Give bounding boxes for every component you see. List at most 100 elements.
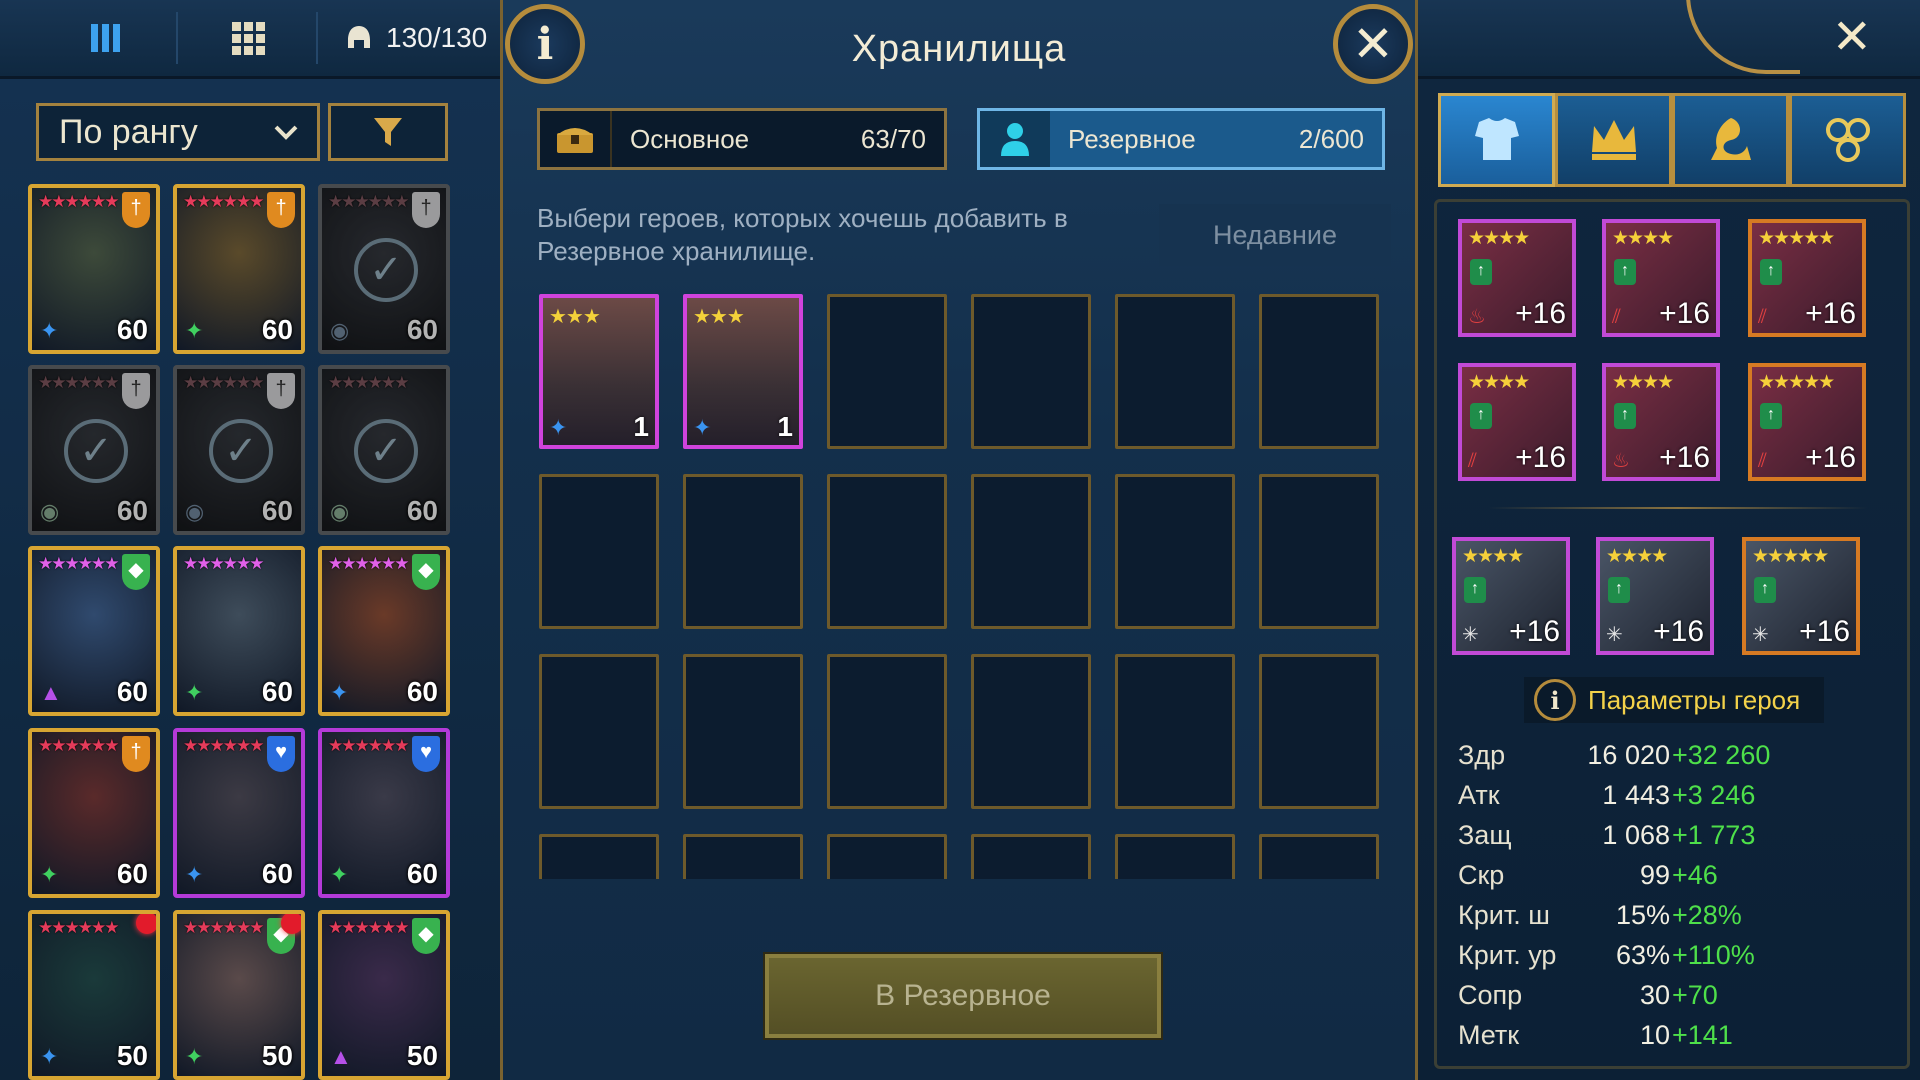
upgrade-arrow-icon: ↑ (1614, 259, 1636, 285)
gear-item[interactable]: ★★★★ ↑ ⫽ +16 (1458, 363, 1576, 481)
storage-slot[interactable] (827, 474, 947, 629)
gear-level: +16 (1653, 615, 1704, 648)
hero-card[interactable]: ★★★★★★ ◆ ▲ 60 (28, 546, 160, 716)
gear-tabs (1438, 93, 1906, 187)
close-icon[interactable]: ✕ (1832, 14, 1872, 62)
notification-dot (136, 914, 156, 934)
role-badge-icon: † (267, 192, 295, 228)
move-to-reserve-button[interactable]: В Резервное (763, 952, 1163, 1040)
hero-params-header[interactable]: i Параметры героя (1524, 677, 1824, 723)
gear-item[interactable]: ★★★★★ ↑ ✳ +16 (1742, 537, 1860, 655)
role-badge-icon: † (267, 373, 295, 409)
gear-item[interactable]: ★★★★★ ↑ ⫽ +16 (1748, 363, 1866, 481)
stat-row: Скр 99 +46 (1458, 855, 1898, 895)
hero-card[interactable]: ★★★★★★ ✦ 60 (173, 546, 305, 716)
hero-card[interactable]: ★★★★★★ † ◉ ✓ 60 (318, 184, 450, 354)
gear-item[interactable]: ★★★★★ ↑ ⫽ +16 (1748, 219, 1866, 337)
close-dialog-button[interactable]: ✕ (1333, 4, 1413, 84)
upgrade-arrow-icon: ↑ (1464, 577, 1486, 603)
hero-stars: ★★★★★★ (328, 192, 409, 211)
hero-card[interactable]: ★★★★★★ † ◉ ✓ 60 (28, 365, 160, 535)
stat-row: Сопр 30 +70 (1458, 975, 1898, 1015)
stat-bonus: +70 (1672, 979, 1718, 1010)
gear-level: +16 (1805, 297, 1856, 330)
storage-slot[interactable] (971, 474, 1091, 629)
stat-name: Здр (1458, 739, 1506, 770)
selected-check-icon: ✓ (354, 238, 418, 302)
affinity-icon: ◉ (330, 318, 350, 343)
storage-slot[interactable] (539, 834, 659, 879)
hero-stars: ★★★★★★ (38, 554, 119, 573)
hero-card[interactable]: ★★★★★★ ◉ ✓ 60 (318, 365, 450, 535)
sort-dropdown[interactable]: По рангу (36, 103, 320, 161)
stat-bonus: +28% (1672, 899, 1742, 930)
storage-slot[interactable] (683, 834, 803, 879)
selected-hero-slot[interactable]: ★★★ ✦ 1 (683, 294, 803, 449)
gear-level: +16 (1799, 615, 1850, 648)
storage-slot[interactable] (971, 654, 1091, 809)
selected-hero-slot[interactable]: ★★★ ✦ 1 (539, 294, 659, 449)
gear-set-icon: ✳ (1752, 624, 1769, 646)
gear-item[interactable]: ★★★★ ↑ ✳ +16 (1452, 537, 1570, 655)
storage-slot[interactable] (1259, 474, 1379, 629)
storage-slot[interactable] (827, 654, 947, 809)
storage-slot[interactable] (827, 834, 947, 879)
role-badge-icon: ◆ (122, 554, 150, 590)
recent-button[interactable]: Недавние (1159, 204, 1391, 266)
gear-item[interactable]: ★★★★ ↑ ⫽ +16 (1602, 219, 1720, 337)
tab-reserve-count: 2/600 (1298, 123, 1364, 154)
tab-reserve-storage[interactable]: Резервное 2/600 (977, 108, 1385, 170)
grid-icon[interactable] (218, 14, 278, 62)
gear-set-icon: ⫽ (1612, 306, 1621, 328)
storage-slot[interactable] (971, 834, 1091, 879)
storage-slot[interactable] (1115, 474, 1235, 629)
reserve-slot-grid: ★★★ ✦ 1 ★★★ ✦ 1 (539, 294, 1391, 879)
stat-name: Крит. ур (1458, 939, 1557, 970)
gear-level: +16 (1805, 441, 1856, 474)
storage-slot[interactable] (827, 294, 947, 449)
selected-check-icon: ✓ (354, 419, 418, 483)
hero-card[interactable]: ★★★★★★ ◆ ▲ 50 (318, 910, 450, 1080)
hero-card[interactable]: ★★★★★★ ♥ ✦ 60 (173, 728, 305, 898)
hero-card[interactable]: ★★★★★★ ◆ ✦ 60 (318, 546, 450, 716)
hero-params-title: Параметры героя (1588, 684, 1801, 715)
hero-card[interactable]: ★★★★★★ † ✦ 60 (28, 728, 160, 898)
hero-stars: ★★★★★★ (328, 736, 409, 755)
gear-item[interactable]: ★★★★ ↑ ✳ +16 (1596, 537, 1714, 655)
hero-card[interactable]: ★★★★★★ ♥ ✦ 60 (318, 728, 450, 898)
filter-button[interactable] (328, 103, 448, 161)
storage-slot[interactable] (1115, 834, 1235, 879)
mastery-icon (1710, 118, 1751, 160)
affinity-icon: ✦ (185, 862, 204, 887)
gear-level: +16 (1509, 615, 1560, 648)
storage-slot[interactable] (1115, 654, 1235, 809)
tab-artifacts[interactable] (1555, 93, 1672, 187)
affinity-icon: ✦ (185, 1044, 204, 1069)
hero-card[interactable]: ★★★★★★ † ✦ 60 (28, 184, 160, 354)
hero-card[interactable]: ★★★★★★ † ✦ 60 (173, 184, 305, 354)
storage-slot[interactable] (1259, 654, 1379, 809)
tab-masteries[interactable] (1672, 93, 1789, 187)
hero-card[interactable]: ★★★★★★ † ◉ ✓ 60 (173, 365, 305, 535)
storage-slot[interactable] (1259, 294, 1379, 449)
gear-item[interactable]: ★★★★ ↑ ♨ +16 (1458, 219, 1576, 337)
storage-slot[interactable] (683, 474, 803, 629)
hero-level: 50 (116, 1040, 148, 1071)
hero-card[interactable]: ★★★★★★ ✦ 50 (28, 910, 160, 1080)
storage-slot[interactable] (539, 474, 659, 629)
tab-armor[interactable] (1438, 93, 1555, 187)
storage-slot[interactable] (971, 294, 1091, 449)
storage-slot[interactable] (539, 654, 659, 809)
storage-slot[interactable] (1259, 834, 1379, 879)
hero-level: 60 (116, 858, 148, 889)
gear-item[interactable]: ★★★★ ↑ ♨ +16 (1602, 363, 1720, 481)
stat-value: 1 068 (1602, 819, 1670, 850)
menu-bars-icon[interactable] (76, 14, 136, 62)
tab-main-storage[interactable]: Основное 63/70 (537, 108, 947, 170)
hero-card[interactable]: ★★★★★★ ◆ ✦ 50 (173, 910, 305, 1080)
affinity-icon: ✦ (40, 1044, 59, 1069)
storage-slot[interactable] (683, 654, 803, 809)
tab-blessings[interactable] (1789, 93, 1906, 187)
storage-slot[interactable] (1115, 294, 1235, 449)
gear-set-icon: ✳ (1462, 624, 1479, 646)
